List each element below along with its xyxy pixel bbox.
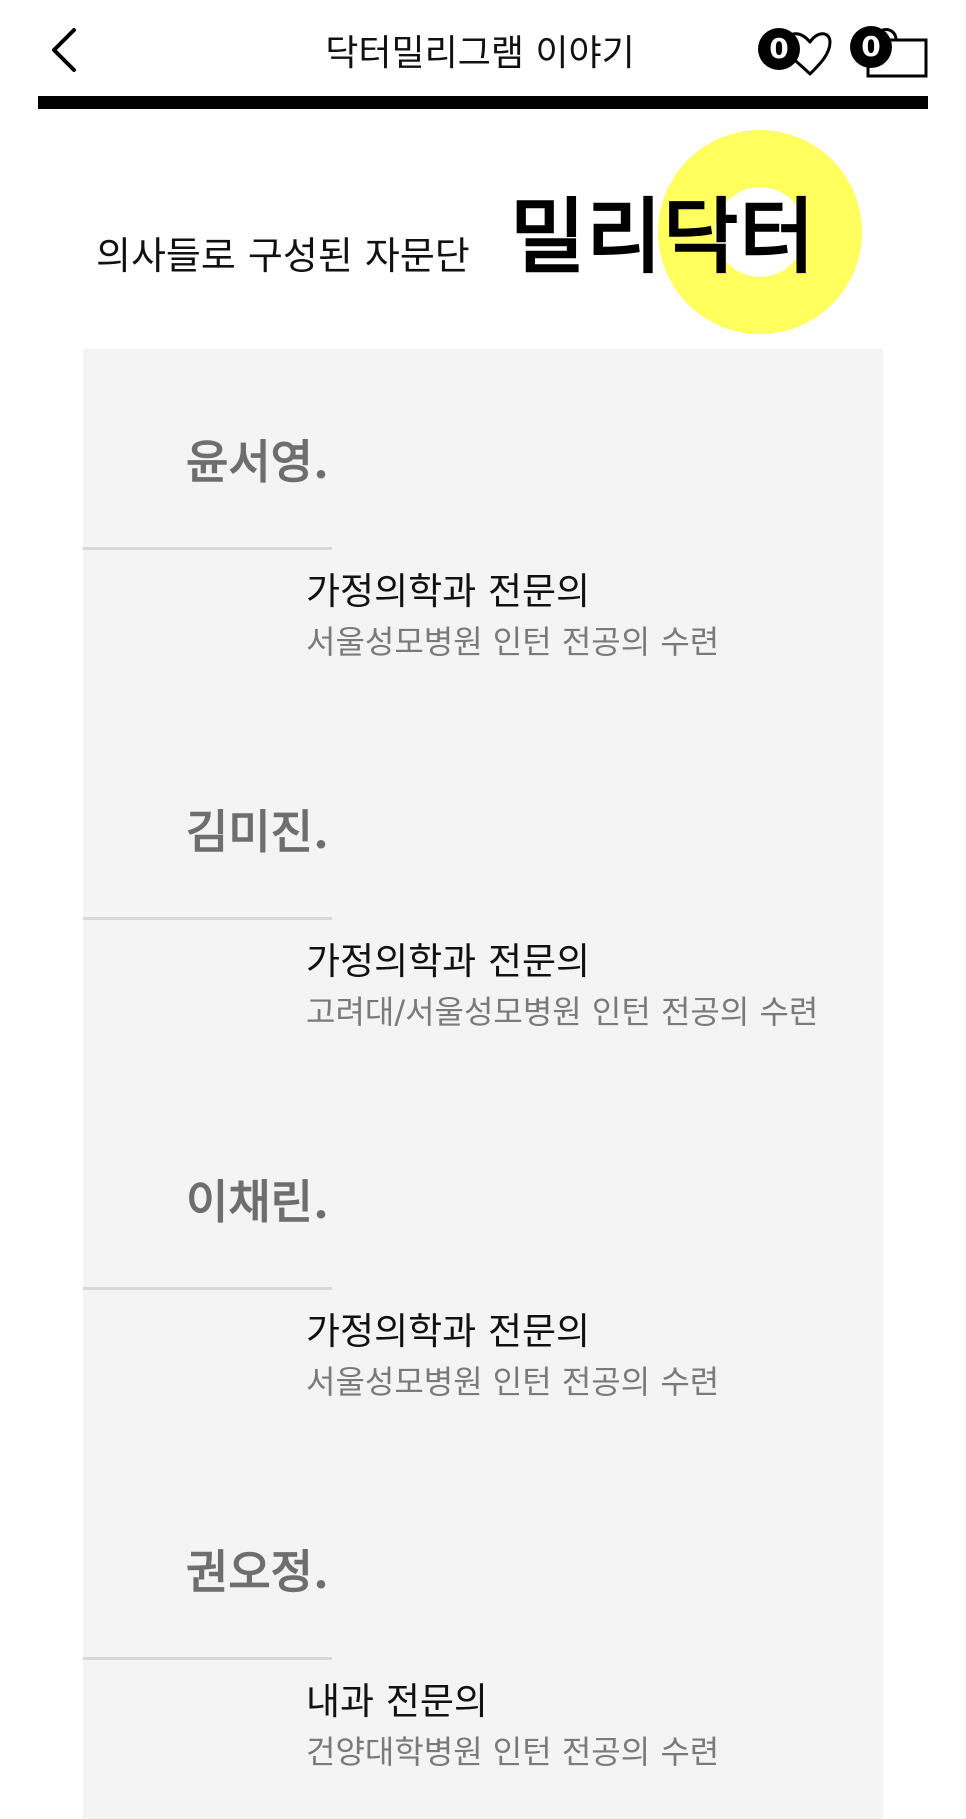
doctor-training: 고려대/서울성모병원 인턴 전공의 수련	[306, 993, 819, 1031]
doctor-card: 권오정. 내과 전문의 건양대학병원 인턴 전공의 수련	[83, 1459, 883, 1819]
doctor-specialty: 내과 전문의	[306, 1680, 488, 1723]
hero-brand-name: 밀리닥터	[510, 190, 816, 285]
doctor-specialty: 가정의학과 전문의	[306, 570, 591, 613]
wishlist-count-badge: 0	[758, 28, 800, 70]
cart-button[interactable]: 0	[850, 20, 930, 82]
doctor-training: 서울성모병원 인턴 전공의 수련	[306, 623, 720, 661]
cart-count-badge: 0	[850, 26, 892, 68]
divider	[83, 917, 332, 920]
top-bar: 닥터밀리그램 이야기 0 0	[0, 0, 966, 110]
doctor-training: 서울성모병원 인턴 전공의 수련	[306, 1363, 720, 1401]
back-button[interactable]	[40, 20, 90, 80]
wishlist-button[interactable]: 0	[758, 22, 838, 82]
page: 닥터밀리그램 이야기 0 0 의사들로 구성된 자문단 밀리닥터 윤서영. 가정…	[0, 0, 966, 1819]
doctor-name: 권오정.	[186, 1545, 329, 1599]
doctor-name: 윤서영.	[186, 435, 329, 489]
doctor-card: 이채린. 가정의학과 전문의 서울성모병원 인턴 전공의 수련	[83, 1089, 883, 1459]
page-title: 닥터밀리그램 이야기	[325, 33, 635, 74]
doctor-name: 김미진.	[186, 805, 329, 859]
doctor-card: 김미진. 가정의학과 전문의 고려대/서울성모병원 인턴 전공의 수련	[83, 719, 883, 1089]
divider	[83, 547, 332, 550]
doctor-card: 윤서영. 가정의학과 전문의 서울성모병원 인턴 전공의 수련	[83, 349, 883, 719]
doctor-specialty: 가정의학과 전문의	[306, 1310, 591, 1353]
chevron-left-icon	[52, 28, 76, 72]
divider	[83, 1657, 332, 1660]
hero-subtitle: 의사들로 구성된 자문단	[96, 234, 470, 278]
header-divider	[38, 96, 928, 109]
doctor-name: 이채린.	[186, 1175, 329, 1229]
advisory-board-panel: 윤서영. 가정의학과 전문의 서울성모병원 인턴 전공의 수련 김미진. 가정의…	[83, 349, 883, 1819]
doctor-specialty: 가정의학과 전문의	[306, 940, 591, 983]
divider	[83, 1287, 332, 1290]
doctor-training: 건양대학병원 인턴 전공의 수련	[306, 1733, 720, 1771]
